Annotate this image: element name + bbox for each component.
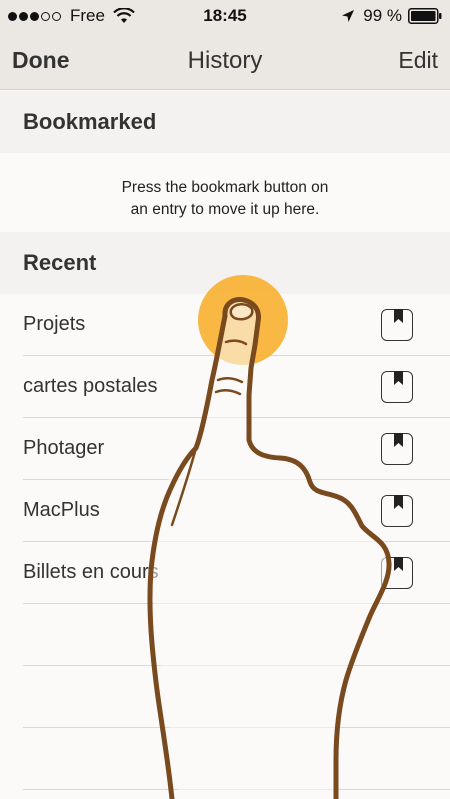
battery-icon — [408, 8, 442, 24]
empty-row — [0, 666, 450, 728]
section-header-recent: Recent — [0, 232, 450, 294]
bookmark-icon — [394, 557, 403, 571]
row-label: Billets en cours — [23, 561, 159, 583]
hint-line: an entry to move it up here. — [130, 201, 320, 218]
history-row-billets-en-cours[interactable]: Billets en cours — [0, 542, 450, 604]
empty-row — [0, 728, 450, 790]
bookmark-icon — [394, 495, 403, 509]
row-label: MacPlus — [23, 499, 100, 521]
screen: Free 18:45 99 % Done History Edit Bookma… — [0, 0, 450, 799]
bookmark-button[interactable] — [381, 371, 413, 403]
page-title: History — [187, 47, 263, 74]
navigation-bar: Done History Edit — [0, 32, 450, 90]
edit-button[interactable]: Edit — [398, 47, 438, 74]
empty-row — [0, 604, 450, 666]
row-label: Projets — [23, 313, 86, 335]
history-row-photager[interactable]: Photager — [0, 418, 450, 480]
battery-percent: 99 % — [363, 6, 402, 25]
bookmark-button[interactable] — [381, 309, 413, 341]
history-row-macplus[interactable]: MacPlus — [0, 480, 450, 542]
history-row-projets[interactable]: Projets — [0, 294, 450, 356]
bookmark-icon — [394, 433, 403, 447]
location-arrow-icon — [342, 10, 355, 22]
row-label: Photager — [23, 437, 105, 459]
bookmark-icon — [394, 371, 403, 385]
bookmarked-empty-hint: Press the bookmark button on an entry to… — [0, 154, 450, 232]
bookmark-button[interactable] — [381, 557, 413, 589]
history-row-cartes-postales[interactable]: cartes postales — [0, 356, 450, 418]
status-right: 99 % — [341, 6, 442, 26]
row-label: cartes postales — [23, 375, 158, 397]
bookmark-button[interactable] — [381, 433, 413, 465]
status-bar: Free 18:45 99 % — [0, 0, 450, 32]
row-separator — [23, 789, 450, 790]
hint-line: Press the bookmark button on — [121, 179, 329, 196]
bookmark-icon — [394, 309, 403, 323]
section-header-bookmarked: Bookmarked — [0, 91, 450, 153]
bookmark-button[interactable] — [381, 495, 413, 527]
